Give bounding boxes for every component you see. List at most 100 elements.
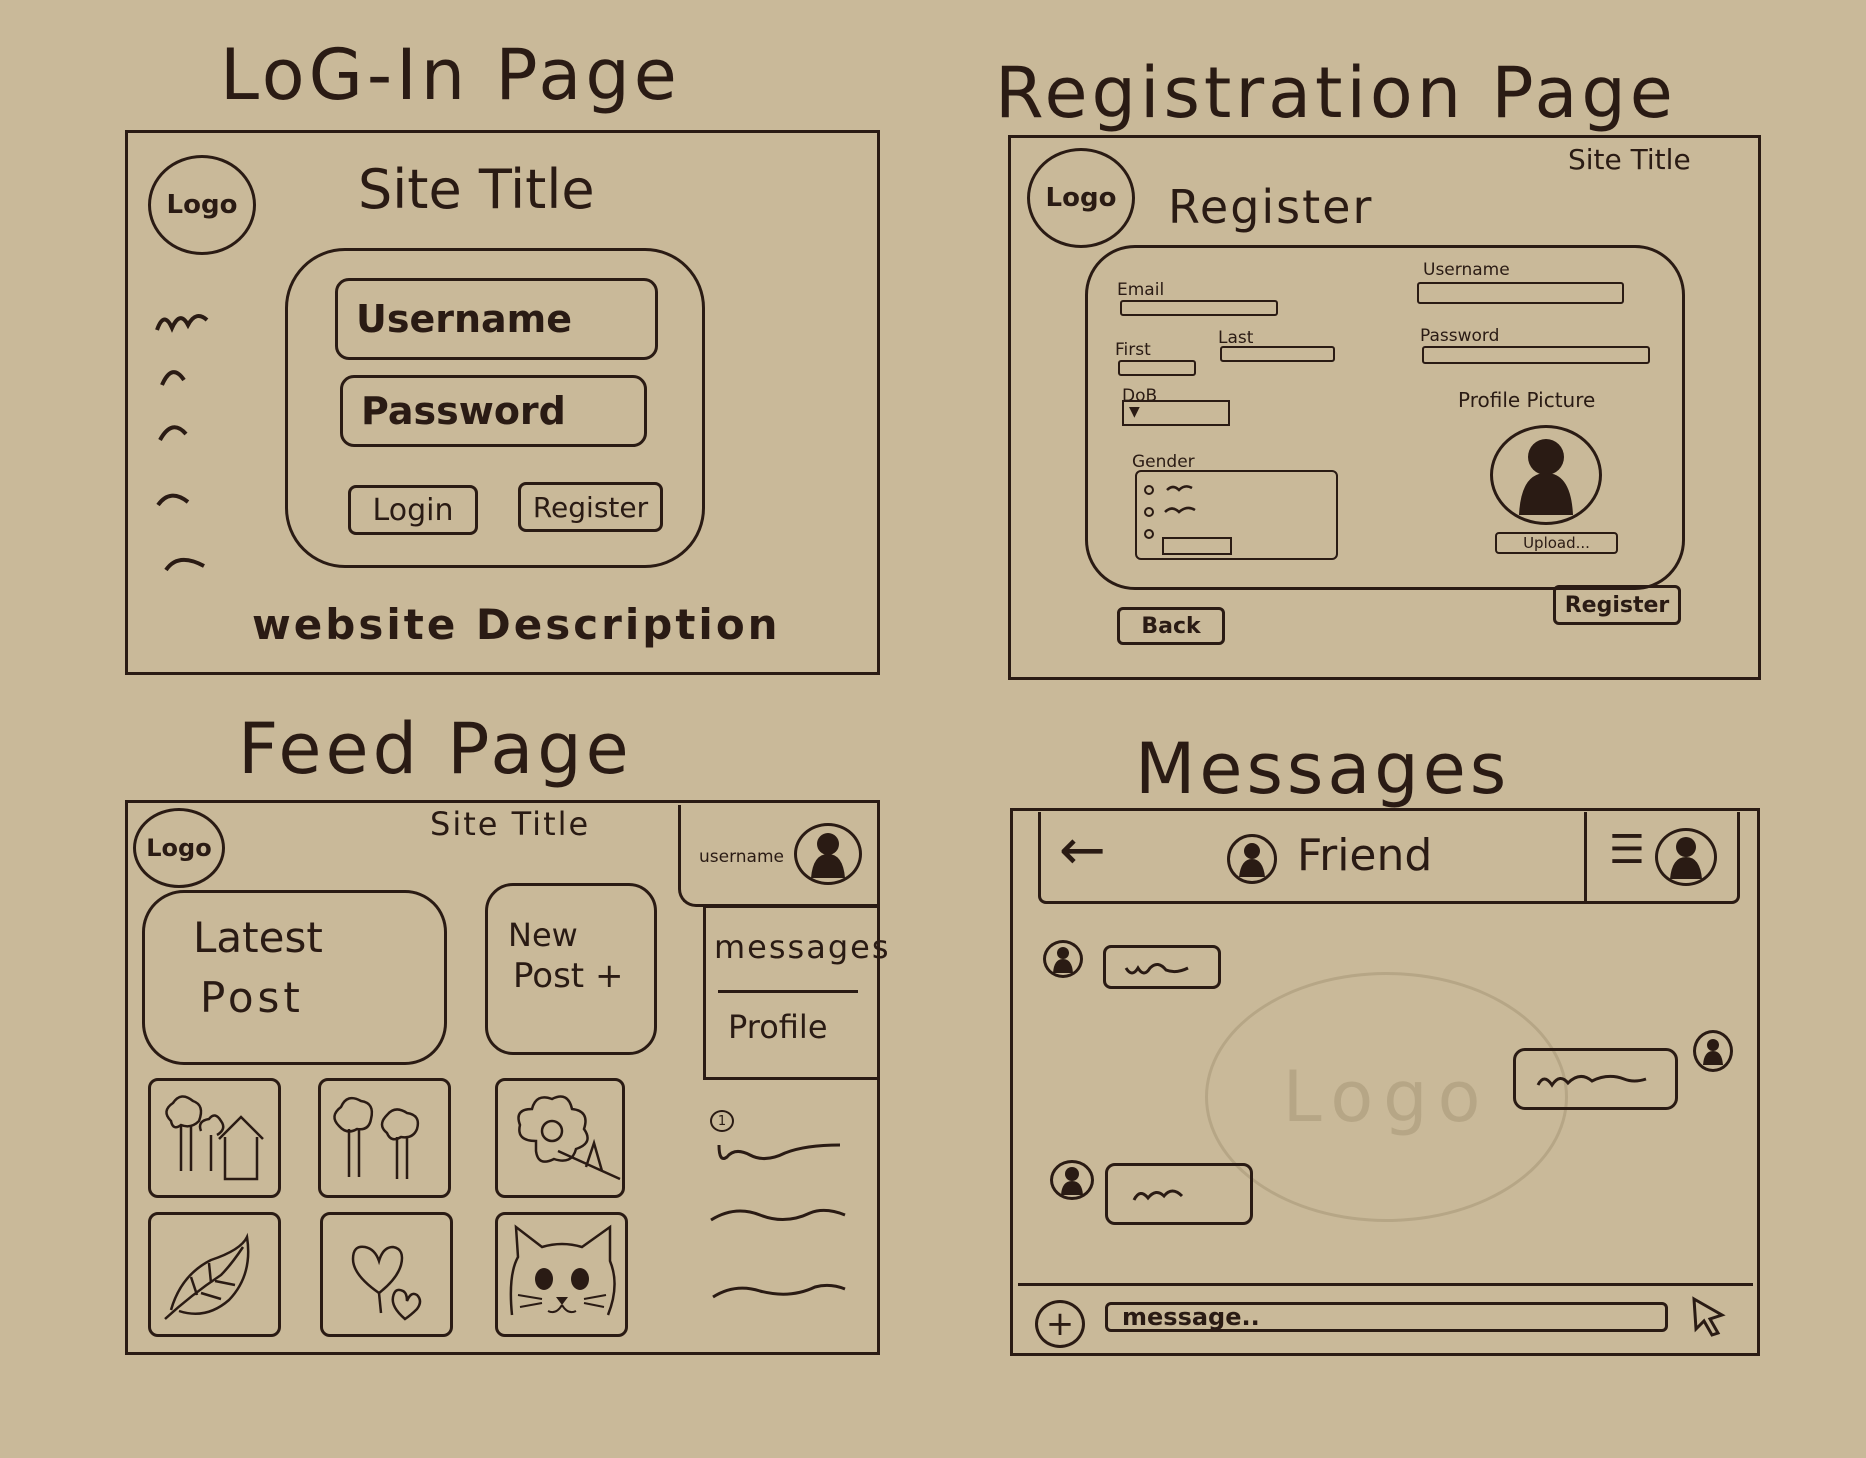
trees-house-icon: [165, 1095, 264, 1181]
watermark-text: Logo: [1282, 1056, 1491, 1138]
nav-messages-link[interactable]: messages: [714, 928, 890, 966]
post-thumb-leaf[interactable]: [148, 1212, 281, 1337]
register-button[interactable]: Register: [518, 482, 663, 532]
reg-submit-button-label: Register: [1564, 592, 1670, 618]
msg-3-avatar: [1050, 1160, 1094, 1200]
login-sidebar-nav: [155, 314, 209, 572]
nav-profile-link[interactable]: Profile: [728, 1008, 828, 1046]
last-name-label: Last: [1218, 328, 1254, 348]
feed-username: username: [699, 847, 784, 867]
reg-submit-button[interactable]: Register: [1553, 585, 1681, 625]
add-icon: +: [1045, 1304, 1075, 1344]
email-label: Email: [1117, 280, 1165, 300]
feed-page-heading: Feed Page: [238, 708, 633, 790]
user-menu[interactable]: username: [678, 805, 880, 907]
send-icon[interactable]: [1688, 1295, 1728, 1337]
feed-logo-text: Logo: [146, 834, 212, 862]
registration-title: Register: [1168, 180, 1374, 234]
nav-squiggle-1: [155, 314, 209, 333]
own-avatar[interactable]: [1655, 828, 1717, 886]
activity-line-2: [710, 1208, 846, 1222]
msg-2-text: [1536, 1074, 1647, 1088]
chat-menu-icon[interactable]: ☰: [1609, 830, 1645, 870]
registration-logo: Logo: [1027, 148, 1135, 248]
chat-back-arrow[interactable]: ←: [1059, 818, 1106, 883]
friend-name: Friend: [1297, 830, 1433, 881]
hearts-icon: [351, 1245, 422, 1321]
composer-divider: [1018, 1283, 1753, 1286]
gender-options: [1135, 470, 1338, 560]
back-button-label: Back: [1141, 613, 1201, 639]
nav-divider: [718, 990, 858, 993]
post-thumb-trees[interactable]: [318, 1078, 451, 1198]
upload-button-label: Upload...: [1523, 534, 1590, 552]
message-placeholder: message..: [1122, 1303, 1260, 1331]
registration-page-heading: Registration Page: [995, 52, 1677, 134]
gender-other-input: [1162, 537, 1232, 555]
post-thumb-flower[interactable]: [495, 1078, 625, 1198]
feed-logo: Logo: [133, 808, 225, 888]
chat-header: ← Friend ☰: [1038, 812, 1740, 904]
profile-picture-preview: [1490, 425, 1602, 525]
nav-squiggle-2: [160, 370, 186, 386]
website-description: website Description: [252, 600, 781, 649]
gender-radio-1: [1144, 485, 1154, 495]
reg-password-input[interactable]: [1422, 346, 1650, 364]
login-button[interactable]: Login: [348, 485, 478, 535]
nav-squiggle-4: [156, 493, 190, 507]
nav-squiggle-5: [164, 558, 205, 572]
cat-icon: [509, 1224, 616, 1316]
msg-2-avatar-icon: [1703, 1039, 1723, 1065]
friend-avatar: [1227, 834, 1277, 884]
reg-username-label: Username: [1423, 260, 1510, 280]
first-name-label: First: [1115, 340, 1151, 360]
msg-1-avatar-icon: [1053, 947, 1073, 973]
new-post-button[interactable]: New Post +: [485, 883, 657, 1055]
dob-dropdown-icon: ▼: [1129, 404, 1140, 420]
post-thumb-hearts[interactable]: [320, 1212, 453, 1337]
msg-1-text: [1124, 963, 1189, 975]
last-name-input[interactable]: [1220, 346, 1335, 362]
msg-3-avatar-icon: [1061, 1167, 1083, 1195]
leaf-icon: [164, 1232, 250, 1320]
msg-3-bubble: [1105, 1163, 1253, 1225]
feed-avatar: [794, 823, 862, 885]
gender-radio-list: [1144, 485, 1232, 555]
username-input[interactable]: Username: [335, 278, 658, 360]
friend-avatar-icon: [1239, 843, 1265, 877]
flower-icon: [517, 1095, 621, 1181]
feed-site-title: Site Title: [430, 805, 591, 843]
feed-side-nav: messages Profile: [703, 905, 888, 1080]
reg-password-label: Password: [1420, 326, 1500, 346]
back-button[interactable]: Back: [1117, 607, 1225, 645]
username-placeholder: Username: [356, 297, 573, 341]
post-thumb-cat[interactable]: [495, 1212, 628, 1337]
password-placeholder: Password: [361, 389, 566, 433]
login-site-title: Site Title: [358, 158, 595, 221]
login-logo: Logo: [148, 155, 256, 255]
email-input[interactable]: [1120, 300, 1278, 316]
feed-avatar-icon: [811, 833, 845, 878]
new-post-label-2: Post +: [513, 956, 624, 996]
add-attachment-button[interactable]: +: [1035, 1300, 1085, 1348]
registration-site-title: Site Title: [1568, 143, 1691, 176]
first-name-input[interactable]: [1118, 360, 1196, 376]
trees-icon: [333, 1096, 420, 1179]
reg-username-input[interactable]: [1417, 282, 1624, 304]
feed-activity-list: [710, 1143, 846, 1299]
msg-1-bubble: [1103, 945, 1221, 989]
latest-post-card[interactable]: Latest Post: [142, 890, 447, 1065]
dob-select[interactable]: ▼: [1122, 400, 1230, 426]
password-input[interactable]: Password: [340, 375, 647, 447]
registration-logo-text: Logo: [1045, 183, 1117, 213]
gender-radio-3: [1144, 529, 1154, 539]
new-post-label-1: New: [508, 916, 578, 954]
gender-radio-2: [1144, 507, 1154, 517]
activity-line-1: [717, 1143, 841, 1160]
post-thumb-house[interactable]: [148, 1078, 281, 1198]
msg-1-avatar: [1043, 940, 1083, 978]
msg-3-text: [1132, 1189, 1184, 1201]
login-button-label: Login: [372, 492, 454, 528]
message-input[interactable]: message..: [1105, 1302, 1668, 1332]
upload-button[interactable]: Upload...: [1495, 532, 1618, 554]
